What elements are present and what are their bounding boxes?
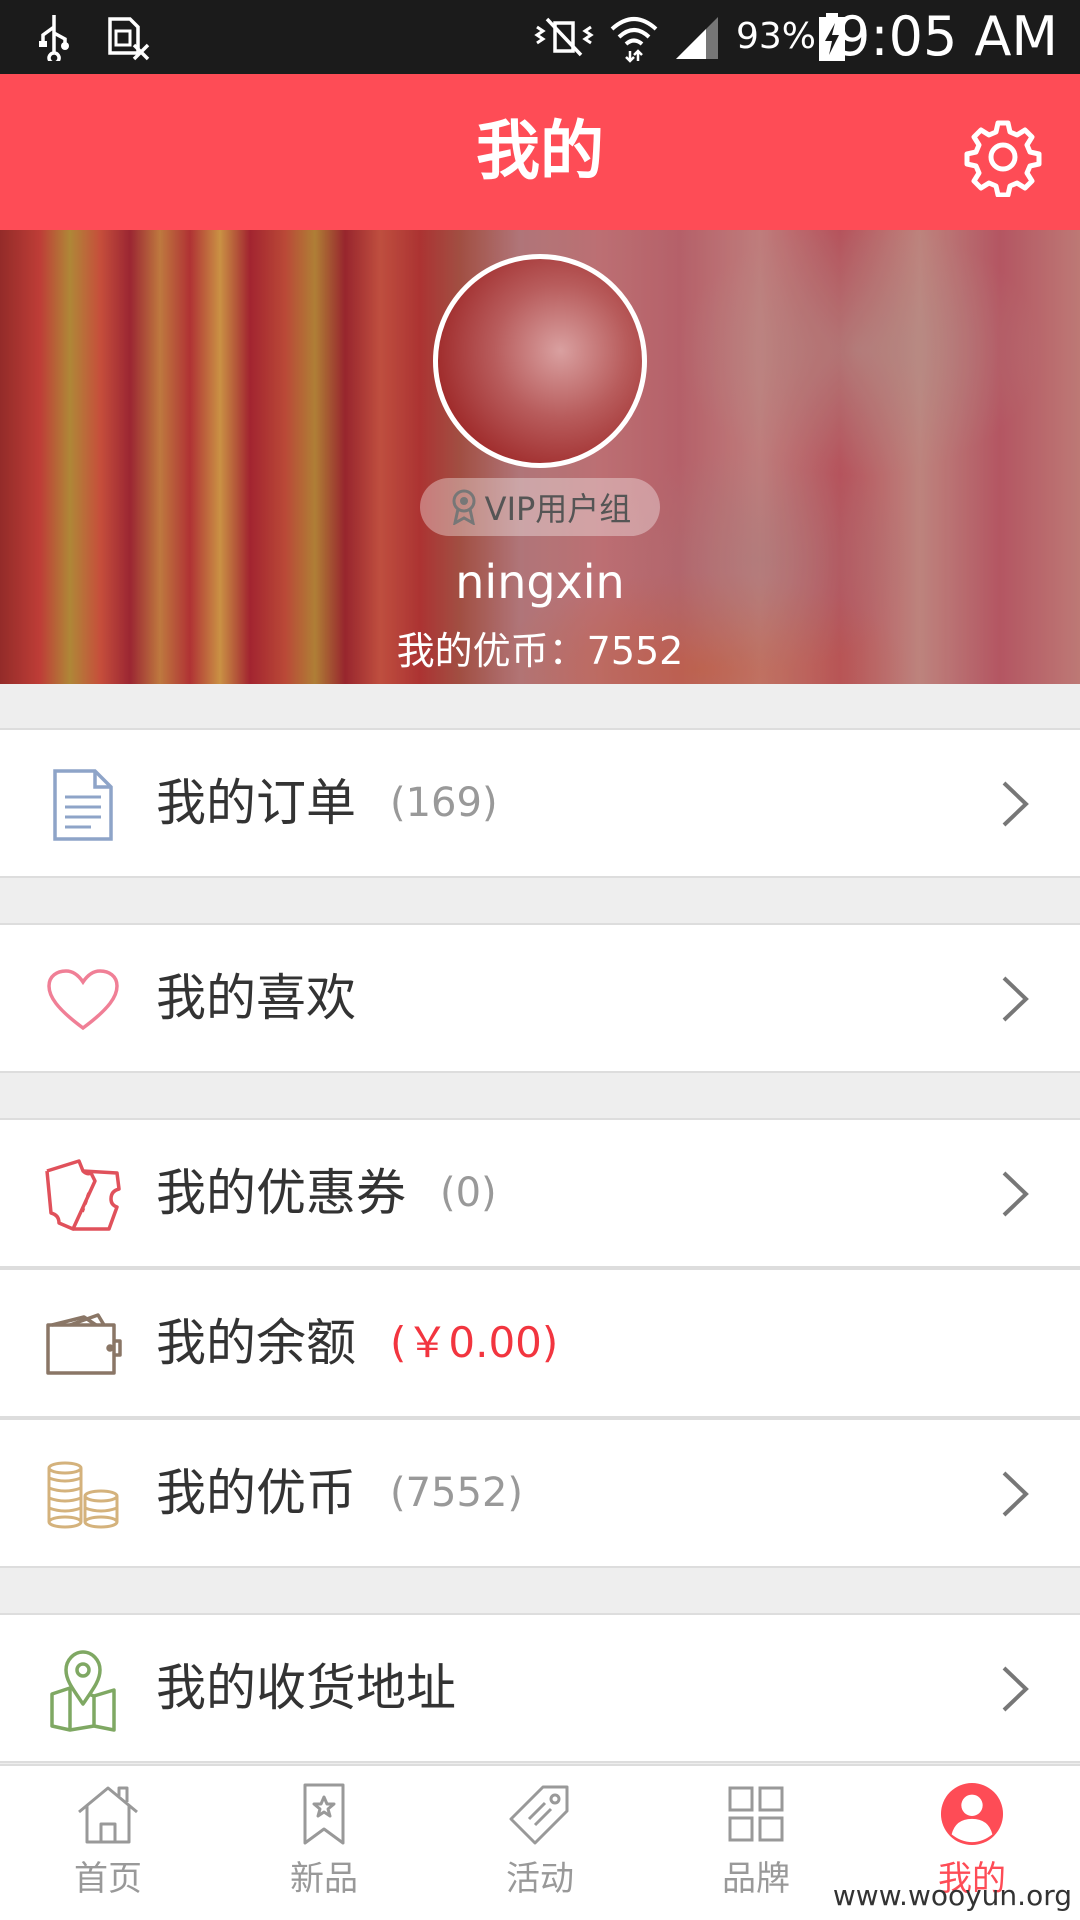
nav-label: 新品 <box>290 1859 358 1899</box>
orders-label: 我的订单 <box>156 774 356 832</box>
tag-icon <box>508 1782 572 1846</box>
nav-item-activity[interactable]: 活动 <box>432 1766 648 1920</box>
menu-row-orders[interactable]: 我的订单 (169) <box>0 728 1080 878</box>
wifi-icon <box>606 10 662 64</box>
heart-icon <box>40 957 126 1043</box>
orders-count: (169) <box>390 780 498 826</box>
mute-icon <box>528 10 600 64</box>
award-icon <box>452 489 476 525</box>
coins-balance: 我的优币：7552 <box>396 629 684 673</box>
gear-icon <box>964 120 1042 197</box>
chevron-right-icon <box>1002 1171 1029 1217</box>
coins-count: (7552) <box>390 1470 524 1516</box>
wallet-icon <box>40 1302 126 1388</box>
chevron-right-icon <box>1002 1471 1029 1517</box>
coupons-label: 我的优惠券 <box>156 1164 406 1222</box>
chevron-right-icon <box>1002 976 1029 1022</box>
username: ningxin <box>455 555 625 609</box>
user-icon <box>940 1782 1004 1846</box>
avatar[interactable] <box>433 254 647 468</box>
coins-icon <box>40 1452 126 1538</box>
address-label: 我的收货地址 <box>156 1659 456 1717</box>
profile-header: VIP用户组 ningxin 我的优币：7552 <box>0 230 1080 684</box>
battery-percent: 93% <box>736 16 817 57</box>
signal-icon <box>670 10 724 64</box>
nav-item-brands[interactable]: 品牌 <box>648 1766 864 1920</box>
title-bar: 我的 <box>0 74 1080 230</box>
bookmark-icon <box>292 1782 356 1846</box>
watermark: www.wooyun.org <box>832 1879 1072 1912</box>
nav-item-home[interactable]: 首页 <box>0 1766 216 1920</box>
document-icon <box>40 762 126 848</box>
coupons-count: (0) <box>440 1170 497 1216</box>
page-title: 我的 <box>476 115 604 189</box>
no-sim-icon <box>100 10 156 64</box>
nav-label: 首页 <box>74 1859 142 1899</box>
menu-row-coupons[interactable]: 我的优惠券 (0) <box>0 1118 1080 1268</box>
nav-label: 品牌 <box>722 1859 790 1899</box>
chevron-right-icon <box>1002 781 1029 827</box>
balance-amount: (￥0.00) <box>390 1318 559 1367</box>
chevron-right-icon <box>1002 1666 1029 1712</box>
menu-row-address[interactable]: 我的收货地址 <box>0 1613 1080 1763</box>
nav-label: 活动 <box>506 1859 574 1899</box>
clock: 9:05 AM <box>836 5 1058 68</box>
balance-label: 我的余额 <box>156 1314 356 1372</box>
ticket-icon <box>40 1152 126 1238</box>
favorites-label: 我的喜欢 <box>156 969 356 1027</box>
vip-label: VIP用户组 <box>484 490 632 528</box>
status-bar: 93% 9:05 AM <box>0 0 1080 74</box>
menu-row-coins[interactable]: 我的优币 (7552) <box>0 1418 1080 1568</box>
bottom-nav: 首页 新品 活动 品牌 我的 www.wooyun.org <box>0 1764 1080 1920</box>
grid-icon <box>724 1782 788 1846</box>
map-pin-icon <box>40 1647 126 1733</box>
coins-label: 我的优币 <box>156 1464 356 1522</box>
vip-badge: VIP用户组 <box>420 478 660 536</box>
home-icon <box>76 1782 140 1846</box>
usb-icon <box>30 10 78 64</box>
nav-item-new[interactable]: 新品 <box>216 1766 432 1920</box>
menu-row-balance[interactable]: 我的余额 (￥0.00) <box>0 1268 1080 1418</box>
settings-button[interactable] <box>962 116 1044 198</box>
menu-row-favorites[interactable]: 我的喜欢 <box>0 923 1080 1073</box>
